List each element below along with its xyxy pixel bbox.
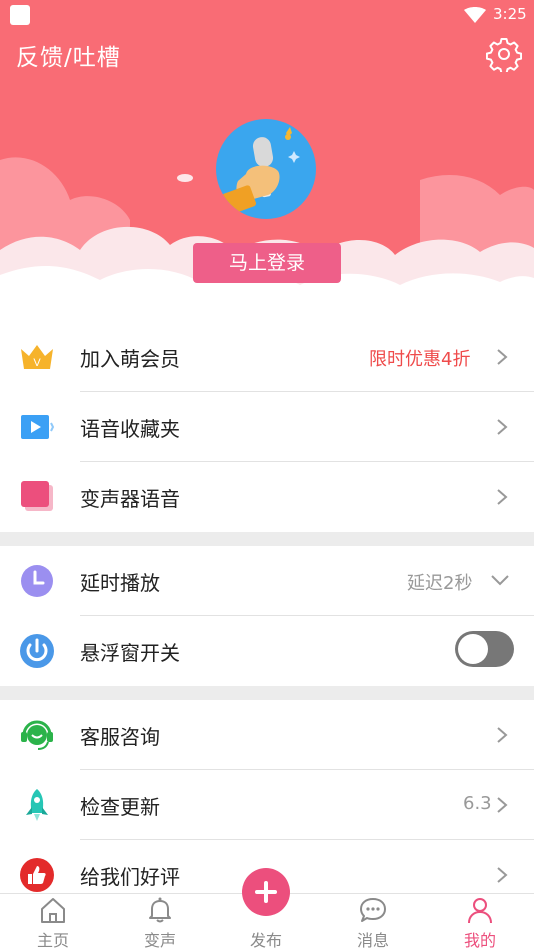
favorites-label: 语音收藏夹 — [80, 417, 180, 441]
microphone-hand-icon — [221, 127, 300, 215]
nav-mine-label: 我的 — [463, 931, 496, 949]
delay-play-label: 延时播放 — [80, 571, 160, 595]
publish-button[interactable] — [242, 868, 290, 916]
voice-card-icon — [21, 481, 53, 511]
svg-text:V: V — [33, 357, 41, 369]
chevron-right-icon — [497, 489, 508, 505]
float-window-label: 悬浮窗开关 — [80, 641, 180, 665]
chevron-right-icon — [497, 797, 508, 813]
crown-icon: V — [21, 345, 53, 369]
float-window-row: 悬浮窗开关 — [0, 616, 534, 686]
login-button[interactable]: 马上登录 — [193, 243, 341, 283]
check-update-row[interactable]: 检查更新 6.3 — [0, 770, 534, 840]
delay-play-row[interactable]: 延时播放 延迟2秒 — [0, 546, 534, 616]
avatar[interactable] — [216, 119, 316, 219]
favorites-row[interactable]: 语音收藏夹 — [0, 392, 534, 462]
rate-us-label: 给我们好评 — [80, 865, 180, 889]
voice-changer-label: 变声器语音 — [80, 487, 180, 511]
clock: 3:25 — [493, 5, 527, 23]
video-folder-icon — [21, 415, 55, 439]
chevron-right-icon — [497, 419, 508, 435]
nav-messages-label: 消息 — [356, 931, 389, 949]
vip-section: V 加入萌会员 限时优惠4折 语音收藏夹 变声器语音 — [0, 322, 534, 532]
status-bar: 3:25 — [0, 0, 534, 30]
customer-service-label: 客服咨询 — [80, 725, 160, 749]
customer-service-row[interactable]: 客服咨询 — [0, 700, 534, 770]
feedback-link[interactable]: 反馈/吐槽 — [16, 38, 121, 72]
support-section: 客服咨询 检查更新 6.3 给我们好评 — [0, 700, 534, 893]
plus-icon-stroke — [264, 881, 268, 903]
profile-header: 3:25 反馈/吐槽 马上登录 — [0, 0, 534, 322]
chat-icon — [360, 898, 386, 922]
user-icon — [468, 898, 492, 924]
power-icon — [20, 634, 54, 668]
chevron-right-icon — [497, 349, 508, 365]
voice-changer-row[interactable]: 变声器语音 — [0, 462, 534, 532]
chevron-down-icon[interactable] — [490, 574, 510, 586]
clock-icon — [21, 565, 53, 597]
chevron-right-icon — [497, 727, 508, 743]
nav-home-label: 主页 — [36, 931, 69, 949]
wifi-icon — [464, 7, 486, 23]
toggle-knob — [458, 634, 488, 664]
nav-voice[interactable]: 变声 — [120, 894, 200, 949]
nav-home[interactable]: 主页 — [13, 894, 93, 949]
float-window-toggle[interactable] — [455, 631, 514, 667]
headset-icon — [21, 720, 53, 750]
notification-icon — [10, 5, 30, 25]
thumbs-up-icon — [20, 858, 54, 892]
rocket-icon — [26, 789, 48, 821]
playback-section: 延时播放 延迟2秒 悬浮窗开关 — [0, 546, 534, 686]
delay-value: 延迟2秒 — [407, 573, 473, 594]
promo-badge: 限时优惠4折 — [369, 349, 471, 370]
bell-icon — [149, 897, 171, 923]
nav-messages[interactable]: 消息 — [333, 894, 413, 949]
check-update-label: 检查更新 — [80, 795, 160, 819]
gear-icon[interactable] — [486, 36, 522, 72]
nav-publish-label: 发布 — [249, 931, 282, 949]
nav-mine[interactable]: 我的 — [440, 894, 520, 949]
join-vip-label: 加入萌会员 — [80, 347, 180, 371]
join-vip-row[interactable]: V 加入萌会员 限时优惠4折 — [0, 322, 534, 392]
version-value: 6.3 — [463, 793, 492, 814]
nav-voice-label: 变声 — [143, 931, 176, 949]
home-icon — [41, 898, 65, 923]
chevron-right-icon — [497, 867, 508, 883]
